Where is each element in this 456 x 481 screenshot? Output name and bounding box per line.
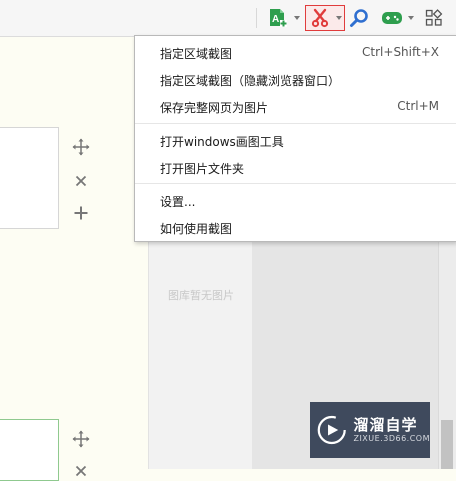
menu-item-how-to-use[interactable]: 如何使用截图 (135, 215, 456, 241)
menu-item-label: 打开图片文件夹 (160, 162, 245, 176)
play-logo-icon (317, 415, 346, 445)
browser-toolbar: A (0, 0, 456, 37)
screenshot-dropdown-arrow[interactable] (336, 16, 342, 20)
apps-button[interactable] (425, 6, 443, 30)
watermark-logo: 溜溜自学 ZIXUE.3D66.COM (310, 402, 430, 458)
menu-item-region-screenshot-hide-browser[interactable]: 指定区域截图（隐藏浏览器窗口） (135, 67, 456, 93)
add-file-dropdown-arrow[interactable] (294, 16, 300, 20)
menu-item-label: 如何使用截图 (160, 222, 233, 236)
games-dropdown-arrow[interactable] (408, 16, 414, 20)
menu-item-save-full-page[interactable]: 保存完整网页为图片 Ctrl+M (135, 94, 456, 120)
screenshot-button[interactable] (305, 5, 345, 31)
menu-item-region-screenshot[interactable]: 指定区域截图 Ctrl+Shift+X (135, 40, 456, 66)
content-card-selected[interactable] (0, 419, 59, 481)
scrollbar-thumb[interactable] (441, 420, 453, 469)
scissors-icon (311, 8, 329, 28)
menu-item-settings[interactable]: 设置... (135, 188, 456, 214)
gallery-empty-text: 图库暂无图片 (168, 289, 234, 302)
svg-text:A: A (272, 14, 279, 25)
toolbar-divider (256, 8, 257, 28)
menu-item-label: 设置... (160, 195, 196, 209)
menu-item-label: 指定区域截图（隐藏浏览器窗口） (160, 74, 341, 88)
menu-item-shortcut: Ctrl+M (397, 99, 439, 113)
content-card[interactable] (0, 127, 59, 229)
add-file-button[interactable]: A (268, 6, 288, 30)
menu-item-open-paint[interactable]: 打开windows画图工具 (135, 128, 456, 154)
search-icon (350, 9, 368, 27)
apps-grid-icon (425, 9, 443, 26)
close-icon[interactable] (72, 172, 90, 190)
menu-item-open-image-folder[interactable]: 打开图片文件夹 (135, 155, 456, 181)
gamepad-icon (382, 12, 402, 24)
menu-separator (135, 183, 456, 184)
watermark-title: 溜溜自学 (353, 416, 418, 434)
close-icon[interactable] (72, 462, 90, 480)
menu-item-label: 打开windows画图工具 (160, 135, 284, 149)
move-icon[interactable] (72, 138, 90, 156)
menu-item-label: 指定区域截图 (160, 47, 233, 61)
menu-item-label: 保存完整网页为图片 (160, 101, 269, 115)
watermark-subtitle: ZIXUE.3D66.COM (353, 434, 430, 443)
games-button[interactable] (381, 6, 403, 30)
menu-item-shortcut: Ctrl+Shift+X (362, 45, 439, 59)
menu-separator (135, 123, 456, 124)
move-icon[interactable] (72, 430, 90, 448)
add-file-icon: A (270, 9, 287, 27)
screenshot-dropdown-menu: 指定区域截图 Ctrl+Shift+X 指定区域截图（隐藏浏览器窗口） 保存完整… (134, 35, 456, 242)
search-button[interactable] (349, 6, 369, 30)
add-icon[interactable] (72, 204, 90, 222)
